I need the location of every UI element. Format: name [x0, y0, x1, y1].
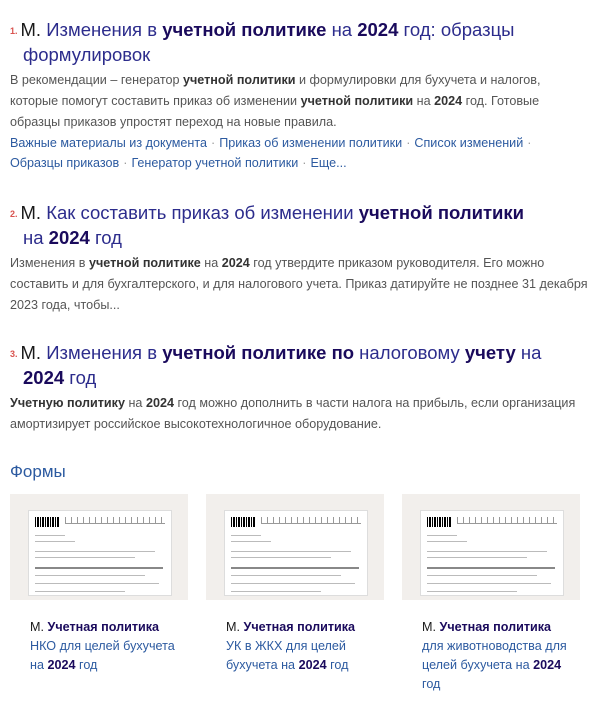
result-number: 2. [10, 208, 18, 219]
forms-heading: Формы [10, 462, 66, 481]
form-preview-thumbnail [224, 510, 368, 596]
form-card-title[interactable]: М. Учетная политика для животноводства дл… [402, 600, 580, 717]
form-card-title[interactable]: М. Учетная политика НКО для целей бухучет… [10, 600, 188, 717]
form-preview-thumbnail [28, 510, 172, 596]
result-title-link[interactable]: 2. М. Как составить приказ об изменении у… [10, 201, 590, 249]
form-preview-thumbnail [420, 510, 564, 596]
form-card[interactable]: М. Учетная политика для животноводства дл… [402, 494, 580, 717]
result-number: 1. [10, 25, 18, 36]
form-card-title[interactable]: М. Учетная политика УК в ЖКХ для целей бу… [206, 600, 384, 717]
form-card[interactable]: М. Учетная политика УК в ЖКХ для целей бу… [206, 494, 384, 717]
result-title-link[interactable]: 3. М. Изменения в учетной политике по нал… [10, 341, 590, 389]
result-snippet: Изменения в учетной политике на 2024 год… [10, 255, 588, 312]
search-result: 1. М. Изменения в учетной политике на 202… [10, 18, 590, 173]
result-snippet: В рекомендации – генератор учетной полит… [10, 72, 541, 129]
search-result: 3. М. Изменения в учетной политике по нал… [10, 341, 590, 435]
sublink-important[interactable]: Важные материалы из документа [10, 136, 207, 150]
result-title-link[interactable]: 1. М. Изменения в учетной политике на 202… [10, 18, 590, 66]
sublink-more[interactable]: Еще... [310, 156, 346, 170]
sublink-generator[interactable]: Генератор учетной политики [131, 156, 298, 170]
result-number: 3. [10, 348, 18, 359]
result-snippet: Учетную политику на 2024 год можно допол… [10, 395, 576, 431]
sublink-changes[interactable]: Список изменений [414, 136, 523, 150]
sublink-order[interactable]: Приказ об изменении политики [219, 136, 402, 150]
form-card[interactable]: М. Учетная политика НКО для целей бухучет… [10, 494, 188, 717]
sublink-samples[interactable]: Образцы приказов [10, 156, 119, 170]
search-result: 2. М. Как составить приказ об изменении у… [10, 201, 590, 316]
result-sublinks: Важные материалы из документа · Приказ об … [10, 135, 532, 170]
